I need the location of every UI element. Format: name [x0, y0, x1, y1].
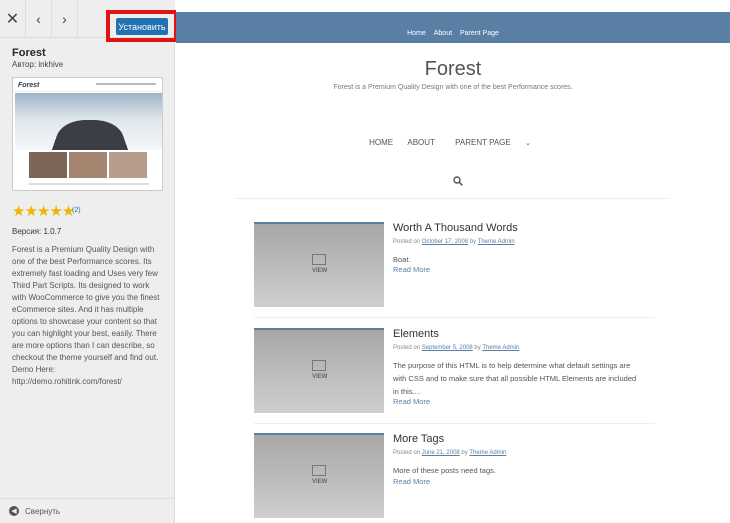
screenshot-tile [109, 152, 147, 178]
preview-top-bar [176, 0, 730, 12]
theme-description: Forest is a Premium Quality Design with … [12, 245, 160, 386]
by-label: by [461, 450, 468, 456]
nav-parent-page[interactable]: PARENT PAGE ⌄ [449, 138, 537, 147]
rating-stars: ★★★★★ [12, 203, 75, 220]
thumb-label: VIEW [312, 479, 328, 485]
top-menu: Home About Parent Page [176, 30, 730, 37]
post-thumbnail[interactable]: VIEW [254, 328, 384, 413]
theme-author: Автор: inkhive [12, 60, 64, 69]
read-more-link[interactable]: Read More [393, 397, 430, 406]
install-highlight-box: Установить [106, 10, 178, 42]
top-menu-home[interactable]: Home [407, 30, 426, 37]
screenshot-tile [69, 152, 107, 178]
post-item: VIEW More Tags Posted on June 21, 2008 b… [254, 433, 655, 523]
theme-name: Forest [12, 47, 46, 59]
theme-version: Версия: 1.0.7 [12, 227, 62, 236]
top-menu-about[interactable]: About [434, 30, 452, 37]
post-meta: Posted on September 5, 2008 by Theme Adm… [393, 345, 519, 351]
read-more-link[interactable]: Read More [393, 477, 430, 486]
search-icon[interactable] [453, 176, 463, 186]
post-divider [254, 317, 655, 318]
post-divider [254, 423, 655, 424]
nav-about[interactable]: ABOUT [407, 138, 435, 147]
image-icon [312, 254, 326, 265]
screenshot-road [43, 120, 137, 150]
main-nav: HOME ABOUT PARENT PAGE ⌄ [176, 138, 730, 147]
post-excerpt: More of these posts need tags. [393, 466, 496, 475]
post-title[interactable]: More Tags [393, 433, 444, 445]
nav-divider [235, 198, 670, 199]
thumb-label: VIEW [312, 374, 328, 380]
theme-details-sidebar: ✕ ‹ › Установить Forest Автор: inkhive F… [0, 0, 178, 523]
site-tagline: Forest is a Premium Quality Design with … [333, 84, 573, 91]
site-title[interactable]: Forest [176, 58, 730, 81]
chevron-down-icon: ⌄ [524, 140, 531, 147]
by-label: by [474, 345, 481, 351]
post-item: VIEW Worth A Thousand Words Posted on Oc… [254, 222, 655, 312]
screenshot-logo: Forest [18, 82, 40, 89]
post-excerpt: Boat. [393, 255, 411, 264]
close-icon[interactable]: ✕ [0, 0, 26, 38]
post-author[interactable]: Theme Admin [482, 345, 519, 351]
screenshot-tile [29, 152, 67, 178]
post-title[interactable]: Worth A Thousand Words [393, 222, 518, 234]
nav-home[interactable]: HOME [369, 138, 393, 147]
collapse-label: Свернуть [25, 506, 61, 516]
post-author[interactable]: Theme Admin [478, 239, 515, 245]
screenshot-nav: Forest [13, 78, 162, 92]
collapse-button[interactable]: ◀ Свернуть [0, 498, 175, 523]
screenshot-navlinks [96, 83, 156, 85]
nav-parent-page-label: PARENT PAGE [455, 138, 511, 147]
post-meta: Posted on October 17, 2008 by Theme Admi… [393, 239, 515, 245]
post-thumbnail[interactable]: VIEW [254, 433, 384, 518]
read-more-link[interactable]: Read More [393, 265, 430, 274]
chevron-left-icon[interactable]: ‹ [26, 0, 52, 38]
post-date[interactable]: September 5, 2008 [422, 345, 473, 351]
screenshot-hero [15, 93, 162, 150]
install-button[interactable]: Установить [116, 18, 168, 35]
image-icon [312, 360, 326, 371]
post-date[interactable]: June 21, 2008 [422, 450, 460, 456]
post-author[interactable]: Theme Admin [469, 450, 506, 456]
top-menu-parent-page[interactable]: Parent Page [460, 30, 499, 37]
theme-screenshot: Forest [12, 77, 163, 191]
posted-on-label: Posted on [393, 450, 421, 456]
post-meta: Posted on June 21, 2008 by Theme Admin [393, 450, 506, 456]
rating-count[interactable]: (2) [72, 207, 81, 214]
post-date[interactable]: October 17, 2008 [422, 239, 468, 245]
post-item: VIEW Elements Posted on September 5, 200… [254, 328, 655, 418]
post-excerpt: The purpose of this HTML is to help dete… [393, 361, 637, 396]
post-thumbnail[interactable]: VIEW [254, 222, 384, 307]
screenshot-lines [29, 183, 149, 185]
posted-on-label: Posted on [393, 345, 421, 351]
post-title[interactable]: Elements [393, 328, 439, 340]
posted-on-label: Posted on [393, 239, 421, 245]
theme-preview: Home About Parent Page Forest Forest is … [176, 0, 730, 523]
chevron-right-icon[interactable]: › [52, 0, 78, 38]
collapse-arrow-icon: ◀ [9, 506, 19, 516]
by-label: by [469, 239, 477, 245]
image-icon [312, 465, 326, 476]
thumb-label: VIEW [312, 268, 328, 274]
preview-header-bar [176, 12, 730, 43]
